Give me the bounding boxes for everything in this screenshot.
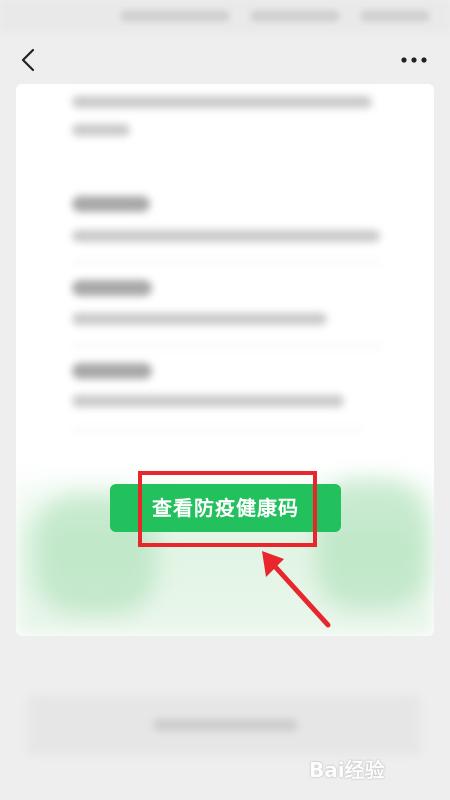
watermark-text: Bai经验 bbox=[309, 758, 385, 782]
divider bbox=[72, 346, 382, 347]
back-button[interactable] bbox=[14, 44, 46, 76]
more-dots-icon bbox=[401, 57, 427, 63]
divider bbox=[72, 429, 362, 430]
view-health-code-button[interactable]: 查看防疫健康码 bbox=[110, 484, 341, 532]
blurred-text bbox=[72, 124, 130, 136]
blurred-text bbox=[153, 719, 298, 731]
blurred-text bbox=[72, 230, 380, 242]
screen: 查看防疫健康码 Bai经验 bbox=[0, 0, 450, 800]
blurred-title bbox=[72, 363, 152, 379]
status-bar bbox=[0, 0, 450, 32]
chevron-left-icon bbox=[21, 48, 35, 72]
blurred-text bbox=[72, 395, 344, 407]
more-button[interactable] bbox=[398, 44, 430, 76]
content-card: 查看防疫健康码 bbox=[16, 84, 434, 636]
status-bar-blur bbox=[120, 10, 230, 22]
status-bar-blur bbox=[360, 10, 430, 22]
divider bbox=[72, 262, 382, 263]
nav-bar bbox=[0, 32, 450, 88]
blurred-title bbox=[72, 280, 152, 296]
blurred-content bbox=[16, 84, 434, 636]
blurred-text bbox=[72, 96, 372, 108]
watermark-logo: Bai经验 bbox=[309, 746, 424, 786]
status-bar-blur bbox=[250, 10, 340, 22]
blurred-title bbox=[72, 196, 150, 212]
blurred-text bbox=[72, 313, 327, 325]
